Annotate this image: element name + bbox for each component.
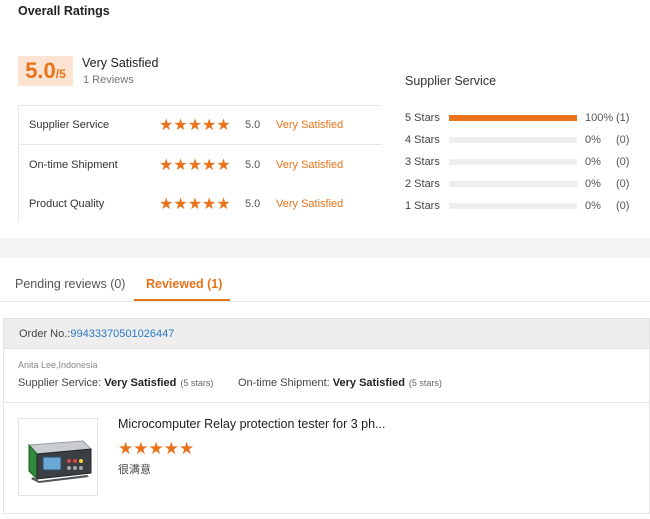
star-percent: 0% [585,156,601,168]
supplier-service-breakdown-title: Supplier Service [405,74,497,88]
star-progress-track [449,159,577,165]
product-rating-stars: ★★★★★ [118,439,195,458]
order-number-link[interactable]: 99433370501026447 [70,328,174,340]
rating-value: 5.0 [245,119,261,131]
review-card [3,349,650,514]
rating-text: Very Satisfied [276,158,344,171]
reviewer-name: Anita Lee,Indonesia [18,360,98,370]
section-divider [0,238,650,258]
rating-table: Supplier Service ★★★★★ 5.0 Very Satisfie… [18,105,382,223]
order-bar: Order No.: 99433370501026447 [3,318,650,349]
rating-value: 5.0 [245,197,261,210]
order-label: Order No.: [19,327,71,340]
star-progress-track [449,137,577,143]
star-breakdown-row-2: 2 Stars 0% (0) [405,176,645,192]
rating-stars: ★★★★★ [159,156,231,174]
supplier-service-value: Very Satisfied [104,377,177,389]
overall-score-badge: 5.0/5 [18,56,73,86]
star-breakdown-row-5: 5 Stars 100% (1) [405,110,645,126]
star-level-label: 1 Stars [405,200,440,212]
tab-pending-reviews[interactable]: Pending reviews (0) [15,277,125,291]
star-progress-track [449,203,577,209]
card-separator [3,402,650,403]
rating-value: 5.0 [245,158,261,171]
star-count: (0) [616,134,630,146]
star-count: (0) [616,200,630,212]
star-percent: 0% [585,134,601,146]
product-thumbnail[interactable] [18,418,98,496]
star-breakdown-row-1: 1 Stars 0% (0) [405,198,645,214]
star-count: (0) [616,178,630,190]
tab-reviewed[interactable]: Reviewed (1) [146,277,222,291]
rating-row-supplier-service: Supplier Service ★★★★★ 5.0 Very Satisfie… [19,106,382,145]
star-percent: 0% [585,200,601,212]
star-level-label: 5 Stars [405,112,440,124]
star-count: (1) [616,112,630,124]
rating-stars: ★★★★★ [159,195,231,213]
star-breakdown-row-4: 4 Stars 0% (0) [405,132,645,148]
rating-text: Very Satisfied [276,197,344,210]
star-breakdown-row-3: 3 Stars 0% (0) [405,154,645,170]
on-time-shipment-label: On-time Shipment: [238,377,333,389]
tabs-border [0,301,650,302]
supplier-service-stars: (5 stars) [180,378,214,388]
product-title-link[interactable]: Microcomputer Relay protection tester fo… [118,417,385,431]
star-percent: 100% [585,112,614,124]
rating-name: Product Quality [29,197,105,210]
supplier-service-label: Supplier Service: [18,377,105,389]
overall-review-count: 1 Reviews [83,74,134,86]
overall-ratings-title: Overall Ratings [18,4,110,18]
star-count: (0) [616,156,630,168]
rating-name: On-time Shipment [29,158,118,171]
overall-score-max: /5 [55,67,66,81]
rating-row-on-time-shipment: On-time Shipment ★★★★★ 5.0 Very Satisfie… [19,145,382,184]
supplier-service-rating: Supplier Service: Very Satisfied (5 stars… [18,377,213,389]
relay-tester-image [27,440,93,483]
on-time-shipment-rating: On-time Shipment: Very Satisfied (5 stars… [238,377,442,389]
on-time-shipment-value: Very Satisfied [332,377,405,389]
rating-name: Supplier Service [29,119,110,131]
rating-text: Very Satisfied [276,119,344,131]
on-time-shipment-stars: (5 stars) [408,378,442,388]
star-level-label: 4 Stars [405,134,440,146]
review-comment: 很满意 [118,464,151,476]
rating-stars: ★★★★★ [159,117,231,134]
star-level-label: 2 Stars [405,178,440,190]
star-level-label: 3 Stars [405,156,440,168]
star-progress-fill [449,115,577,121]
star-progress-track [449,115,577,121]
overall-score: 5.0 [25,58,56,83]
star-progress-track [449,181,577,187]
star-percent: 0% [585,178,601,190]
rating-row-product-quality: Product Quality ★★★★★ 5.0 Very Satisfied [19,184,382,223]
overall-score-label: Very Satisfied [82,56,159,70]
